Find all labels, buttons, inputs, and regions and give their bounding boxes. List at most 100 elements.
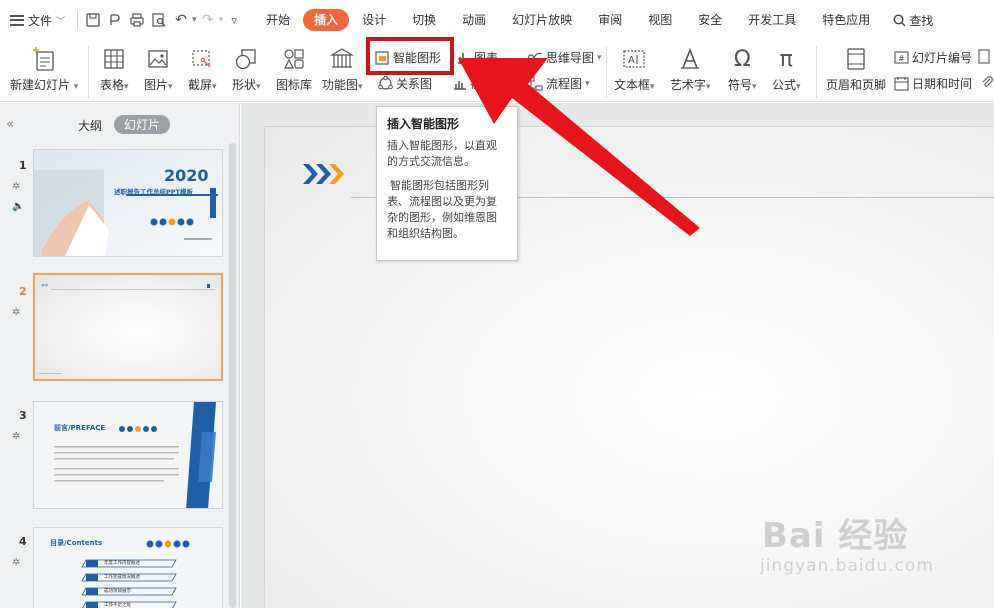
tab-home[interactable]: 开始 bbox=[253, 9, 303, 31]
relation-chart-button[interactable]: 关系图 bbox=[378, 75, 432, 92]
picture-button[interactable]: 图片▾ bbox=[144, 44, 173, 93]
menu-icon bbox=[10, 14, 24, 26]
tab-slideshow[interactable]: 幻灯片放映 bbox=[499, 9, 585, 31]
tab-animation[interactable]: 动画 bbox=[449, 9, 499, 31]
date-time-button[interactable]: 日期和时间 bbox=[894, 75, 972, 92]
icon-library-label: 图标库 bbox=[276, 78, 313, 92]
chevron-arrows-icon bbox=[303, 164, 344, 184]
chevron-down-icon: ▾ bbox=[706, 82, 711, 92]
print-icon[interactable] bbox=[126, 9, 148, 31]
animation-star-icon: ✲ bbox=[12, 307, 21, 318]
panel-scrollbar[interactable] bbox=[229, 143, 236, 608]
picture-label: 图片 bbox=[144, 78, 169, 92]
flowchart-icon bbox=[527, 76, 543, 91]
new-slide-icon bbox=[30, 44, 58, 74]
header-footer-button[interactable]: 页眉和页脚 bbox=[826, 44, 886, 93]
formula-label: 公式 bbox=[772, 78, 797, 92]
tab-transition[interactable]: 切换 bbox=[399, 9, 449, 31]
chart-button[interactable]: 图表 bbox=[456, 49, 498, 66]
search-icon bbox=[893, 13, 906, 27]
svg-text:»»: »» bbox=[41, 282, 49, 289]
slide-number: 4 bbox=[19, 535, 27, 548]
collapse-panel-icon[interactable]: « bbox=[6, 117, 14, 132]
undo-icon[interactable]: ↶ bbox=[170, 9, 192, 31]
save-icon[interactable] bbox=[82, 9, 104, 31]
slide-number-button[interactable]: # 幻灯片编号 bbox=[894, 49, 972, 66]
icon-library-button[interactable]: 图标库 bbox=[276, 44, 312, 93]
relation-chart-label: 关系图 bbox=[396, 77, 433, 91]
slide-1-title: 述职报告工作总结PPT模板 bbox=[114, 188, 193, 196]
symbol-button[interactable]: Ω 符号▾ bbox=[728, 44, 757, 93]
relation-chart-icon bbox=[378, 76, 393, 90]
animation-star-icon: ✲ bbox=[12, 557, 21, 568]
slide-number: 1 bbox=[19, 159, 27, 172]
symbol-icon: Ω bbox=[733, 46, 751, 72]
table-button[interactable]: 表格▾ bbox=[100, 44, 129, 93]
icon-library-icon bbox=[282, 44, 306, 74]
wordart-label: 艺术字 bbox=[670, 78, 707, 92]
formula-button[interactable]: π 公式▾ bbox=[772, 44, 801, 93]
tab-review[interactable]: 审阅 bbox=[585, 9, 635, 31]
divider bbox=[88, 46, 89, 98]
new-slide-button[interactable]: 新建幻灯片 ▾ bbox=[10, 44, 78, 93]
formula-icon: π bbox=[779, 46, 793, 72]
function-chart-label: 功能图 bbox=[322, 78, 359, 92]
tab-slides[interactable]: 幻灯片 bbox=[114, 115, 171, 134]
chevron-down-icon: ▾ bbox=[597, 52, 602, 63]
tab-developer[interactable]: 开发工具 bbox=[735, 9, 809, 31]
print-preview-icon[interactable] bbox=[148, 9, 170, 31]
tab-outline[interactable]: 大纲 bbox=[78, 117, 102, 134]
function-chart-icon bbox=[329, 44, 355, 74]
file-menu[interactable]: 文件 ﹀ bbox=[0, 0, 73, 40]
slide-thumbnail-3[interactable]: 前言/PREFACE bbox=[33, 401, 223, 509]
chevron-down-icon: ▾ bbox=[168, 82, 173, 92]
tab-insert[interactable]: 插入 bbox=[303, 9, 350, 31]
online-chart-button[interactable]: 在线图表 bbox=[452, 75, 518, 92]
chevron-down-icon: ▾ bbox=[358, 82, 363, 92]
slide-1-year: 2020 bbox=[164, 166, 209, 185]
mind-map-button[interactable]: 思维导图 ▾ bbox=[527, 49, 602, 66]
chevron-down-icon: ▾ bbox=[212, 82, 217, 92]
chart-label: 图表 bbox=[474, 51, 499, 65]
search-label: 查找 bbox=[909, 13, 934, 28]
extra-page-icon[interactable] bbox=[978, 49, 992, 64]
mind-map-icon bbox=[527, 52, 542, 63]
slide-4-item: 成功项目展示 bbox=[104, 589, 131, 594]
screenshot-button[interactable]: 截屏▾ bbox=[188, 44, 217, 93]
tab-design[interactable]: 设计 bbox=[349, 9, 399, 31]
attachment-icon[interactable] bbox=[980, 75, 994, 90]
redo-icon[interactable]: ↷ bbox=[197, 9, 219, 31]
new-slide-label: 新建幻灯片 bbox=[10, 78, 71, 92]
tab-view[interactable]: 视图 bbox=[635, 9, 685, 31]
shape-button[interactable]: 形状▾ bbox=[232, 44, 261, 93]
slide-thumbnail-1[interactable]: 2020 述职报告工作总结PPT模板 bbox=[33, 149, 223, 257]
screenshot-label: 截屏 bbox=[188, 78, 213, 92]
customize-quick-access-icon[interactable]: ▿ bbox=[223, 9, 245, 31]
table-label: 表格 bbox=[100, 78, 125, 92]
function-chart-button[interactable]: 功能图▾ bbox=[322, 44, 363, 93]
tab-security[interactable]: 安全 bbox=[685, 9, 735, 31]
svg-text:A: A bbox=[628, 55, 635, 66]
chevron-down-icon: ﹀ bbox=[56, 16, 66, 27]
undo-format-icon[interactable] bbox=[104, 9, 126, 31]
animation-star-icon: ✲ bbox=[12, 431, 21, 442]
smart-art-tooltip: 插入智能图形 插入智能图形，以直观的方式交流信息。 智能图形包括图形列表、流程图… bbox=[376, 106, 518, 261]
slide-thumbnail-2[interactable]: »» bbox=[33, 273, 223, 381]
textbox-button[interactable]: A 文本框▾ bbox=[614, 44, 655, 93]
watermark: Bai 经验 jingyan.baidu.com bbox=[760, 500, 980, 590]
wordart-icon bbox=[678, 44, 702, 74]
tab-features[interactable]: 特色应用 bbox=[809, 9, 883, 31]
table-icon bbox=[103, 44, 125, 74]
header-footer-label: 页眉和页脚 bbox=[826, 78, 887, 92]
slide-thumbnail-4[interactable]: 目录/Contents 年度工作内容概述 工作完成情况概述 成功项目展示 工作不… bbox=[33, 527, 223, 608]
flowchart-button[interactable]: 流程图 ▾ bbox=[527, 75, 590, 92]
chevron-down-icon: ▾ bbox=[650, 82, 655, 92]
slide-number: 2 bbox=[19, 285, 27, 298]
date-time-label: 日期和时间 bbox=[912, 77, 973, 91]
chevron-down-icon: ▾ bbox=[752, 82, 757, 92]
wordart-button[interactable]: 艺术字▾ bbox=[670, 44, 711, 93]
svg-text:#: # bbox=[898, 54, 905, 63]
search-button[interactable]: 查找 bbox=[883, 12, 943, 29]
watermark-brand: Bai 经验 bbox=[762, 516, 909, 556]
chevron-down-icon: ▾ bbox=[796, 82, 801, 92]
